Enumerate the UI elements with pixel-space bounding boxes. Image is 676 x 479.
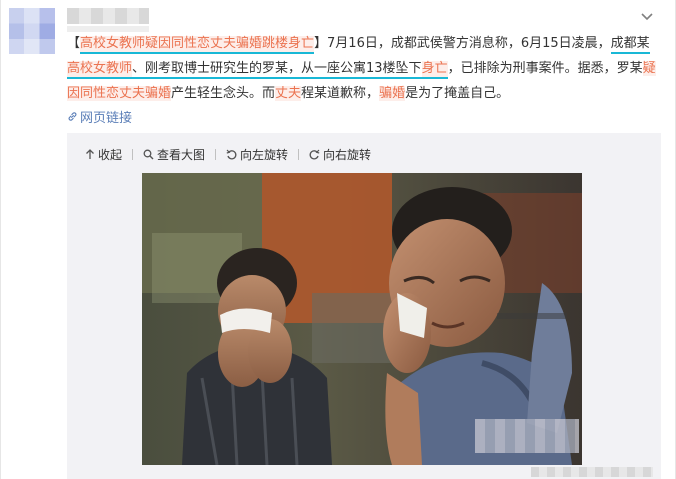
- collapse-button[interactable]: 收起: [83, 146, 124, 163]
- post-text-segment: ，已排除为刑事案件。据悉，罗某: [447, 61, 643, 76]
- photo-watermark-redacted: [475, 419, 579, 453]
- chevron-down-icon[interactable]: [639, 8, 655, 24]
- media-panel: 收起 查看大图 向左旋转 向右旋转: [67, 133, 661, 479]
- link-icon: [68, 112, 77, 121]
- post-text-segment: 程某道歉称，: [301, 86, 380, 101]
- toolbar-divider: [215, 148, 217, 160]
- post-text-segment[interactable]: 骗婚: [379, 86, 406, 101]
- avatar[interactable]: [9, 8, 55, 54]
- view-large-label: 查看大图: [157, 147, 206, 162]
- toolbar-divider: [298, 148, 300, 160]
- post-photo[interactable]: [142, 173, 582, 465]
- post-text-segment: 】7月16日，成都武侯警方消息称，6月15日凌晨，: [314, 36, 611, 51]
- rotate-left-button[interactable]: 向左旋转: [224, 146, 290, 163]
- post-text-segment: 是为了掩盖自己。: [405, 86, 510, 101]
- magnifier-icon: [143, 149, 154, 159]
- view-large-button[interactable]: 查看大图: [141, 146, 207, 163]
- post-text-segment: 【: [67, 36, 81, 51]
- rotate-left-label: 向左旋转: [240, 147, 289, 162]
- post-text: 【高校女教师疑因同性恋丈夫骗婚跳楼身亡】7月16日，成都武侯警方消息称，6月15…: [67, 31, 657, 131]
- post-text-segment[interactable]: 高校女教师疑因同性恋丈夫骗婚跳楼身亡: [80, 36, 315, 54]
- rotate-right-icon: [309, 149, 320, 159]
- rotate-right-label: 向右旋转: [323, 147, 372, 162]
- post-text-segment[interactable]: 丈夫: [275, 86, 302, 101]
- post-text-segment[interactable]: 身亡: [421, 61, 448, 79]
- post-text-segment: 成都某: [610, 36, 650, 54]
- web-link[interactable]: 网页链接: [67, 111, 132, 126]
- web-link-label: 网页链接: [80, 111, 133, 126]
- toolbar-divider: [132, 148, 134, 160]
- arrow-up-icon: [86, 148, 94, 159]
- post-text-segment[interactable]: 高校女教师: [67, 61, 133, 79]
- rotate-left-icon: [226, 149, 237, 159]
- collapse-label: 收起: [98, 147, 123, 162]
- media-toolbar: 收起 查看大图 向左旋转 向右旋转: [83, 145, 373, 163]
- username-redacted[interactable]: [67, 8, 149, 24]
- post-text-segment: 产生轻生念头。而: [171, 86, 276, 101]
- rotate-right-button[interactable]: 向右旋转: [307, 146, 373, 163]
- site-watermark-redacted: [531, 467, 653, 477]
- post-body: 【高校女教师疑因同性恋丈夫骗婚跳楼身亡】7月16日，成都武侯警方消息称，6月15…: [67, 36, 656, 101]
- weibo-post-card: 【高校女教师疑因同性恋丈夫骗婚跳楼身亡】7月16日，成都武侯警方消息称，6月15…: [0, 0, 676, 479]
- post-text-segment: 、刚考取博士研究生的罗某，从一座公寓13楼坠下: [132, 61, 422, 79]
